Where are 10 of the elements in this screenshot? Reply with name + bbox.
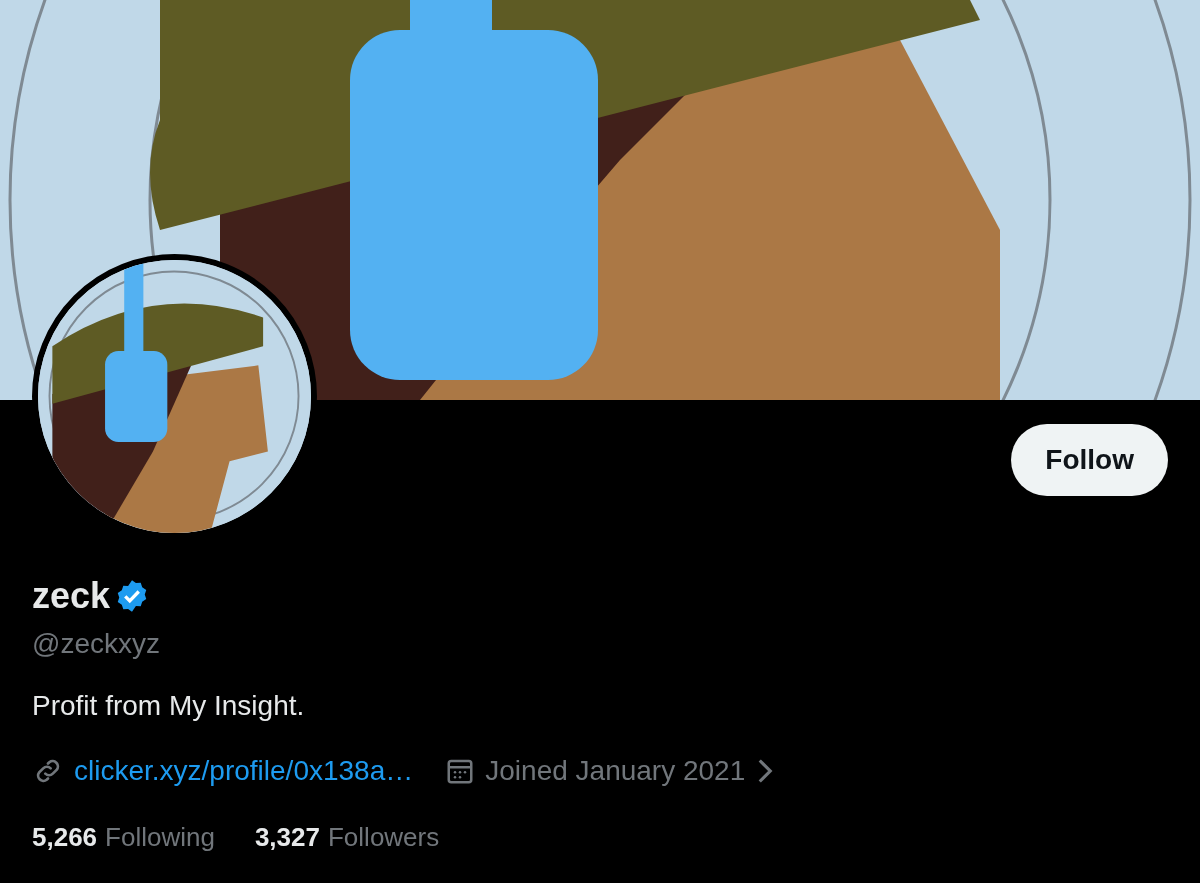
join-date: Joined January 2021 <box>485 754 746 788</box>
stat-label[interactable]: Following <box>105 818 215 857</box>
follow-button[interactable]: Follow <box>1011 424 1168 496</box>
stat-count[interactable]: 3,327 <box>254 818 320 857</box>
username: @zeckxyz <box>32 627 161 661</box>
bio-text: Profit from My Insight. <box>32 689 306 723</box>
website-link[interactable]: clicker.xyz/profile/0x138a… <box>74 750 414 792</box>
stat-count[interactable]: 5,266 <box>32 818 98 857</box>
display-name: zeck <box>32 574 111 618</box>
stat-label[interactable]: Followers <box>328 818 440 857</box>
